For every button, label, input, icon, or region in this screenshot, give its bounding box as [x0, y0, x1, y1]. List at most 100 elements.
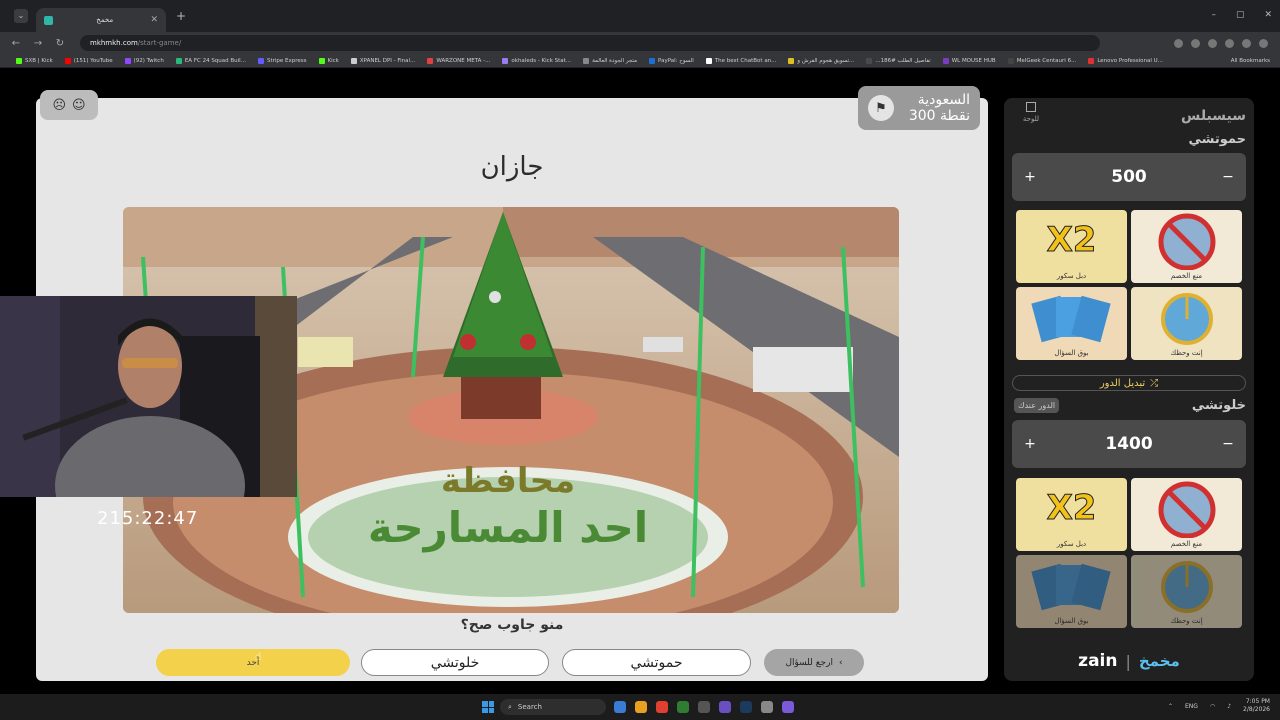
- menu-dots-icon[interactable]: [1259, 38, 1268, 48]
- app-icon[interactable]: [761, 701, 773, 713]
- exit-icon: [1026, 102, 1036, 112]
- bookmark-label: تسويق هجوم الفرش و...: [797, 57, 855, 64]
- bookmark-item[interactable]: okhaleds - Kick Stat...: [502, 57, 571, 64]
- extension-icon[interactable]: [1225, 38, 1234, 48]
- browser-tab[interactable]: مخمخ ✕: [36, 8, 166, 32]
- bookmark-item[interactable]: متجر الجودة العالمة: [583, 57, 638, 64]
- bookmark-item[interactable]: ...186# تفاصيل الطلب: [866, 57, 931, 64]
- app-icon[interactable]: [698, 701, 710, 713]
- close-window-icon[interactable]: ✕: [1264, 10, 1272, 20]
- team1-plus-button[interactable]: +: [1020, 169, 1040, 185]
- report-flag-icon[interactable]: ⚑: [868, 95, 894, 121]
- taskbar-apps: [614, 701, 794, 713]
- chrome-app-icon[interactable]: [656, 701, 668, 713]
- current-team-box: ⚑ السعودية 300 نقطة: [858, 86, 980, 130]
- team1-powerups: X2 دبل سكور منع الخصم بوق السؤال إنت وحظ…: [1016, 210, 1242, 360]
- block-opponent-label: منع الخصم: [1170, 540, 1203, 548]
- question-title: جازان: [480, 152, 544, 182]
- minimize-icon[interactable]: –: [1211, 10, 1216, 20]
- bookmark-item[interactable]: (92) Twitch: [124, 57, 164, 64]
- back-to-question-button[interactable]: ارجع للسؤال ‹: [764, 649, 864, 676]
- bookmark-item[interactable]: WARZONE META -...: [427, 57, 490, 64]
- tray-chevron-icon[interactable]: ⌃: [1168, 703, 1173, 710]
- install-icon[interactable]: [1191, 38, 1200, 48]
- team1-minus-button[interactable]: −: [1218, 169, 1238, 185]
- bookmark-item[interactable]: Stripe Express: [257, 57, 307, 64]
- explorer-app-icon[interactable]: [635, 701, 647, 713]
- app-icon[interactable]: [719, 701, 731, 713]
- webcam-overlay: [0, 296, 297, 497]
- bookmark-label: PayPal: السوح: [658, 57, 694, 64]
- zoom-icon[interactable]: [1174, 38, 1183, 48]
- no-one-button[interactable]: أحد: [156, 649, 350, 676]
- x2-text: X2: [1046, 488, 1097, 529]
- reaction-box: ☹ ☺: [40, 90, 98, 120]
- discord-app-icon[interactable]: [782, 701, 794, 713]
- page-viewport: ☹ ☺ ⚑ السعودية 300 نقطة جازان محافظة احد…: [0, 68, 1280, 694]
- sad-face-icon[interactable]: ☹: [52, 98, 66, 113]
- double-score-card[interactable]: X2 دبل سكور: [1016, 210, 1127, 283]
- forward-icon[interactable]: →: [32, 38, 44, 49]
- bookmark-item[interactable]: (151) YouTube: [64, 57, 113, 64]
- bookmark-favicon-icon: [788, 57, 795, 64]
- team2-score-box: + 1400 −: [1012, 420, 1246, 468]
- board-link[interactable]: للوحة: [1016, 102, 1046, 124]
- steam-app-icon[interactable]: [740, 701, 752, 713]
- app-icon[interactable]: [677, 701, 689, 713]
- luck-wheel-card[interactable]: إنت وحظك: [1131, 287, 1242, 360]
- double-score-card[interactable]: X2 دبل سكور: [1016, 478, 1127, 551]
- bookmark-star-icon[interactable]: [1208, 38, 1217, 48]
- bookmark-item[interactable]: XPANEL DPI - Final...: [350, 57, 415, 64]
- bookmark-item[interactable]: PayPal: السوح: [649, 57, 694, 64]
- panel-title: سيسبلس: [1181, 108, 1246, 124]
- switch-turn-button[interactable]: تبديل الدور ⤮: [1012, 375, 1246, 391]
- chevron-left-icon: ‹: [838, 657, 843, 668]
- bookmark-favicon-icon: [502, 57, 509, 64]
- url-input[interactable]: mkhmkh.com/start-game/: [80, 35, 1100, 51]
- team2-answer-button[interactable]: خلوتشي: [361, 649, 549, 676]
- question-cards-card-used[interactable]: بوق السؤال: [1016, 555, 1127, 628]
- team-name: السعودية: [917, 92, 970, 108]
- luck-wheel-card-used[interactable]: إنت وحظك: [1131, 555, 1242, 628]
- bookmark-item[interactable]: SXB | Kick: [16, 57, 53, 64]
- close-tab-icon[interactable]: ✕: [150, 15, 158, 25]
- bookmark-item[interactable]: MelGeek Centauri 6...: [1007, 57, 1076, 64]
- shuffle-icon: ⤮: [1150, 377, 1159, 389]
- team2-powerups: X2 دبل سكور منع الخصم بوق السؤال إنت وحظ…: [1016, 478, 1242, 628]
- bookmark-item[interactable]: EA FC 24 Squad Buil...: [175, 57, 246, 64]
- bookmark-favicon-icon: [16, 57, 22, 64]
- happy-face-icon[interactable]: ☺: [72, 98, 86, 113]
- taskbar-search[interactable]: ⌕ Search: [500, 699, 606, 715]
- team2-plus-button[interactable]: +: [1020, 436, 1040, 452]
- wheel-icon: [1161, 561, 1213, 613]
- tray-language[interactable]: ENG: [1185, 703, 1198, 710]
- bookmark-item[interactable]: Lenovo Professional U...: [1088, 57, 1163, 64]
- teams-panel: للوحة سيسبلس حموتشي + 500 − X2 دبل سكور …: [1004, 98, 1254, 681]
- tab-search-dropdown[interactable]: ⌄: [14, 9, 28, 23]
- wifi-icon[interactable]: ◠: [1210, 703, 1215, 710]
- bookmark-item[interactable]: تسويق هجوم الفرش و...: [788, 57, 855, 64]
- bookmark-label: متجر الجودة العالمة: [592, 57, 638, 64]
- bookmark-item[interactable]: The best ChatBot an...: [705, 57, 776, 64]
- mkhmkh-logo: مخمخ: [1138, 652, 1180, 670]
- block-opponent-card[interactable]: منع الخصم: [1131, 478, 1242, 551]
- team1-answer-button[interactable]: حموتشي: [562, 649, 751, 676]
- maximize-icon[interactable]: ▢: [1236, 10, 1245, 20]
- reload-icon[interactable]: ↻: [54, 38, 66, 49]
- volume-icon[interactable]: ♪: [1227, 703, 1231, 710]
- start-icon[interactable]: [482, 701, 494, 713]
- bookmark-label: (92) Twitch: [133, 57, 164, 64]
- profile-avatar-icon[interactable]: [1242, 38, 1251, 48]
- url-host: mkhmkh.com: [90, 39, 138, 47]
- question-cards-card[interactable]: بوق السؤال: [1016, 287, 1127, 360]
- new-tab-icon[interactable]: +: [176, 9, 186, 23]
- files-app-icon[interactable]: [614, 701, 626, 713]
- back-icon[interactable]: ←: [10, 38, 22, 49]
- block-opponent-card[interactable]: منع الخصم: [1131, 210, 1242, 283]
- clock[interactable]: 7:05 PM 2/8/2026: [1243, 698, 1270, 714]
- team2-minus-button[interactable]: −: [1218, 436, 1238, 452]
- bookmark-item[interactable]: Kick: [318, 57, 339, 64]
- all-bookmarks-link[interactable]: All Bookmarks: [1231, 58, 1270, 64]
- bookmark-item[interactable]: WL MOUSE HUB: [942, 57, 996, 64]
- bookmark-favicon-icon: [942, 57, 949, 64]
